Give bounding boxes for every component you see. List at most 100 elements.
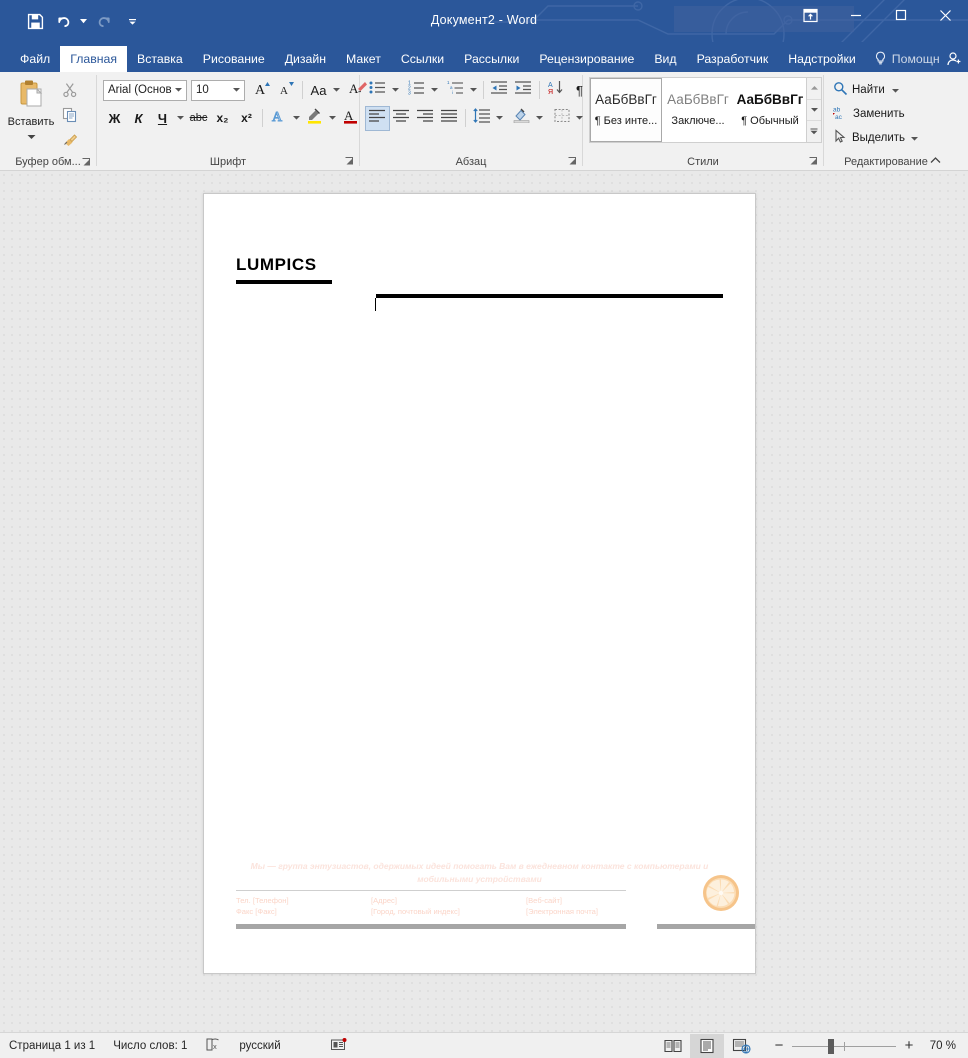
- select-button[interactable]: Выделить: [830, 127, 921, 149]
- zoom-in-button[interactable]: +: [902, 1033, 916, 1058]
- subscript-button[interactable]: x₂: [211, 107, 234, 130]
- increase-indent-button[interactable]: [512, 79, 535, 102]
- line-spacing-button[interactable]: [470, 107, 493, 130]
- tab-mailings[interactable]: Рассылки: [454, 46, 529, 72]
- shrink-font-button[interactable]: A: [275, 79, 298, 102]
- replace-button[interactable]: abac Заменить: [830, 103, 908, 125]
- text-effects-dropdown-icon[interactable]: [290, 107, 302, 130]
- zoom-out-button[interactable]: −: [772, 1033, 786, 1058]
- grow-font-button[interactable]: A: [251, 79, 274, 102]
- underline-dropdown-icon[interactable]: [174, 107, 186, 130]
- orange-slice-image[interactable]: [701, 873, 741, 913]
- tab-layout[interactable]: Макет: [336, 46, 391, 72]
- tab-developer[interactable]: Разработчик: [687, 46, 779, 72]
- zoom-slider[interactable]: [792, 1033, 896, 1058]
- paragraph-dialog-launcher[interactable]: [567, 156, 578, 167]
- close-icon[interactable]: [923, 0, 968, 30]
- read-mode-button[interactable]: [656, 1034, 690, 1058]
- find-button[interactable]: Найти: [830, 79, 902, 101]
- tab-insert[interactable]: Вставка: [127, 46, 193, 72]
- tab-file[interactable]: Файл: [10, 46, 60, 72]
- macro-recording[interactable]: [290, 1033, 356, 1058]
- language-indicator[interactable]: русский: [230, 1033, 289, 1058]
- style-conclusion[interactable]: АаБбВвГг Заключе...: [662, 78, 734, 142]
- proofing-errors-icon: x: [205, 1037, 221, 1055]
- align-center-button[interactable]: [390, 107, 413, 130]
- customize-quick-access-toolbar-icon[interactable]: [119, 8, 145, 34]
- tab-home[interactable]: Главная: [60, 46, 127, 72]
- font-size-input[interactable]: 10: [191, 80, 245, 101]
- maximize-icon[interactable]: [878, 0, 923, 30]
- bullets-button[interactable]: [366, 79, 389, 102]
- superscript-button[interactable]: x²: [235, 107, 258, 130]
- tab-addins[interactable]: Надстройки: [778, 46, 865, 72]
- borders-icon: [554, 108, 570, 128]
- word-count[interactable]: Число слов: 1: [104, 1033, 196, 1058]
- sort-button[interactable]: АЯ: [544, 79, 567, 102]
- bold-button[interactable]: Ж: [103, 107, 126, 130]
- underline-button[interactable]: Ч: [151, 107, 174, 130]
- clipboard-dialog-launcher[interactable]: [81, 157, 92, 168]
- format-painter-button[interactable]: [57, 130, 83, 154]
- document-page[interactable]: LUMPICS Мы — группа энтузиастов, одержим…: [203, 193, 756, 974]
- shading-dropdown-icon[interactable]: [533, 107, 545, 130]
- undo-icon[interactable]: [50, 8, 76, 34]
- tab-review[interactable]: Рецензирование: [529, 46, 644, 72]
- ribbon-group-paragraph: 123 1ai: [360, 72, 582, 170]
- bullets-dropdown-icon[interactable]: [389, 79, 401, 102]
- ribbon-options-icon[interactable]: [788, 0, 833, 30]
- zoom-level-label[interactable]: 70 %: [924, 1040, 968, 1052]
- line-spacing-dropdown-icon[interactable]: [493, 107, 505, 130]
- justify-button[interactable]: [438, 107, 461, 130]
- page-indicator[interactable]: Страница 1 из 1: [0, 1033, 104, 1058]
- tab-view[interactable]: Вид: [644, 46, 686, 72]
- styles-more-button[interactable]: [807, 120, 821, 142]
- style-no-spacing[interactable]: АаБбВвГг ¶ Без инте...: [590, 78, 662, 142]
- collapse-ribbon-button[interactable]: [926, 152, 944, 168]
- person-icon[interactable]: [940, 46, 968, 72]
- italic-button[interactable]: К: [127, 107, 150, 130]
- minimize-icon[interactable]: [833, 0, 878, 30]
- select-dropdown-icon[interactable]: [911, 132, 918, 144]
- style-normal[interactable]: АаБбВвГг ¶ Обычный: [734, 78, 806, 142]
- web-layout-button[interactable]: [724, 1034, 758, 1058]
- text-highlight-dropdown-icon[interactable]: [326, 107, 338, 130]
- tab-design[interactable]: Дизайн: [275, 46, 336, 72]
- borders-button[interactable]: [550, 107, 573, 130]
- tell-me-box[interactable]: Помощн: [874, 46, 940, 72]
- text-effects-button[interactable]: A: [267, 107, 290, 130]
- font-color-button[interactable]: A: [339, 107, 362, 130]
- copy-button[interactable]: [57, 105, 83, 129]
- multilevel-list-button[interactable]: 1ai: [444, 79, 467, 102]
- tab-draw[interactable]: Рисование: [193, 46, 275, 72]
- numbering-dropdown-icon[interactable]: [428, 79, 440, 102]
- change-case-dropdown-icon[interactable]: [330, 79, 342, 102]
- decrease-indent-button[interactable]: [488, 79, 511, 102]
- paste-button[interactable]: Вставить: [5, 77, 57, 145]
- cut-button[interactable]: [57, 80, 83, 104]
- multilevel-list-dropdown-icon[interactable]: [467, 79, 479, 102]
- align-left-button[interactable]: [366, 107, 389, 130]
- strikethrough-button[interactable]: abc: [187, 107, 210, 130]
- align-right-button[interactable]: [414, 107, 437, 130]
- paste-dropdown-icon[interactable]: [27, 127, 36, 145]
- font-name-input[interactable]: Arial (Основ: [103, 80, 187, 101]
- save-icon[interactable]: [22, 8, 48, 34]
- chevron-down-icon[interactable]: [172, 88, 187, 92]
- shading-button[interactable]: [510, 107, 533, 130]
- font-dialog-launcher[interactable]: [344, 156, 355, 167]
- document-canvas[interactable]: LUMPICS Мы — группа энтузиастов, одержим…: [0, 171, 968, 1032]
- undo-dropdown-icon[interactable]: [78, 8, 89, 34]
- find-dropdown-icon[interactable]: [892, 84, 899, 96]
- print-layout-button[interactable]: [690, 1034, 724, 1058]
- numbering-button[interactable]: 123: [405, 79, 428, 102]
- styles-scroll-up-button[interactable]: [807, 78, 821, 99]
- tab-references[interactable]: Ссылки: [391, 46, 454, 72]
- chevron-down-icon[interactable]: [229, 88, 244, 92]
- proofing-status[interactable]: x: [196, 1033, 230, 1058]
- zoom-slider-thumb[interactable]: [828, 1039, 834, 1054]
- styles-scroll-down-button[interactable]: [807, 99, 821, 121]
- styles-dialog-launcher[interactable]: [808, 156, 819, 167]
- text-highlight-button[interactable]: [303, 107, 326, 130]
- change-case-button[interactable]: Aa: [307, 79, 330, 102]
